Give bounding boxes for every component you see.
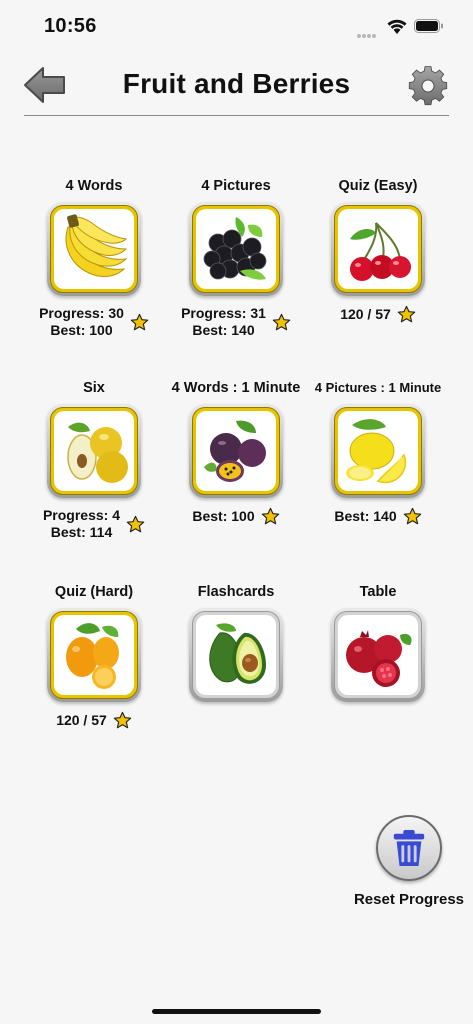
progress-text: Progress: 4 — [42, 507, 121, 523]
game-title: 4 Words : 1 Minute — [171, 380, 301, 396]
game-tile[interactable] — [189, 202, 283, 296]
game-title: Quiz (Easy) — [338, 178, 418, 194]
game-title: Table — [359, 584, 397, 600]
quince-icon — [67, 422, 128, 483]
game-tile[interactable] — [189, 608, 283, 702]
game-score: Progress: 31 Best: 140 — [166, 305, 306, 339]
reset-progress-label: Reset Progress — [353, 891, 465, 908]
cherry-icon — [350, 222, 411, 281]
game-six[interactable]: Six Progress: 4 Best: 114 — [24, 378, 164, 541]
lemon-icon — [346, 419, 407, 484]
signal-dots-icon — [357, 25, 379, 38]
score-text: 120 / 57 — [56, 712, 107, 728]
game-score: Progress: 30 Best: 100 — [24, 305, 164, 339]
gear-icon — [408, 66, 448, 106]
game-title: Quiz (Hard) — [54, 584, 134, 600]
game-tile[interactable] — [331, 202, 425, 296]
game-tile[interactable] — [331, 404, 425, 498]
best-text: Best: 114 — [50, 524, 113, 540]
game-title: 4 Pictures : 1 Minute — [314, 380, 442, 395]
game-tile[interactable] — [331, 608, 425, 702]
progress-text: Progress: 31 — [181, 305, 266, 321]
best-text: Best: 140 — [192, 322, 255, 338]
best-text: Best: 100 — [192, 508, 255, 524]
banana-icon — [65, 214, 128, 278]
game-score: Best: 140 — [308, 507, 448, 541]
kumquat-icon — [66, 623, 119, 689]
star-icon — [403, 507, 421, 525]
game-score: Progress: 4 Best: 114 — [24, 507, 164, 541]
game-score: 120 / 57 — [24, 711, 164, 745]
status-time: 10:56 — [44, 15, 97, 37]
blackberry-icon — [203, 217, 267, 280]
passion-fruit-icon — [204, 420, 266, 482]
star-icon — [261, 507, 279, 525]
game-score: Best: 100 — [166, 507, 306, 541]
status-bar: 10:56 — [0, 0, 473, 54]
trash-icon — [393, 829, 425, 867]
game-quiz-hard[interactable]: Quiz (Hard) 120 / 57 — [24, 582, 164, 745]
game-4-pictures-1-minute[interactable]: 4 Pictures : 1 Minute Best: 140 — [308, 378, 448, 541]
star-icon — [130, 313, 149, 330]
game-title: Six — [83, 380, 105, 396]
star-icon — [272, 313, 291, 330]
game-tile[interactable] — [47, 202, 141, 296]
game-score: 120 / 57 — [308, 305, 448, 339]
game-quiz-easy[interactable]: Quiz (Easy) 120 / 57 — [308, 176, 448, 339]
score-text: 120 / 57 — [340, 306, 391, 322]
page-title: Fruit and Berries — [122, 68, 351, 99]
header-divider — [24, 115, 449, 116]
game-tile[interactable] — [189, 404, 283, 498]
game-table[interactable]: Table — [308, 582, 448, 702]
game-4-words[interactable]: 4 Words Progress: 30 Best: 100 — [24, 176, 164, 339]
game-4-pictures[interactable]: 4 Pictures Progress: 31 Best: 140 — [166, 176, 306, 339]
avocado-icon — [209, 623, 266, 684]
game-title: Flashcards — [197, 584, 275, 600]
game-tile[interactable] — [47, 608, 141, 702]
best-text: Best: 140 — [334, 508, 397, 524]
header: Fruit and Berries — [0, 54, 473, 118]
settings-button[interactable] — [406, 64, 450, 108]
star-icon — [397, 305, 416, 323]
battery-icon — [414, 19, 443, 33]
game-title: 4 Pictures — [201, 178, 271, 194]
wifi-icon — [387, 19, 407, 34]
game-4-words-1-minute[interactable]: 4 Words : 1 Minute Best: 100 — [166, 378, 306, 541]
star-icon — [126, 515, 145, 532]
home-indicator[interactable] — [152, 1009, 321, 1014]
best-text: Best: 100 — [50, 322, 113, 338]
progress-text: Progress: 30 — [39, 305, 124, 321]
star-icon — [113, 711, 132, 729]
game-tile[interactable] — [47, 404, 141, 498]
pomegranate-icon — [346, 630, 412, 687]
reset-progress-button[interactable] — [376, 815, 442, 881]
game-flashcards[interactable]: Flashcards — [166, 582, 306, 702]
game-title: 4 Words — [65, 178, 123, 194]
